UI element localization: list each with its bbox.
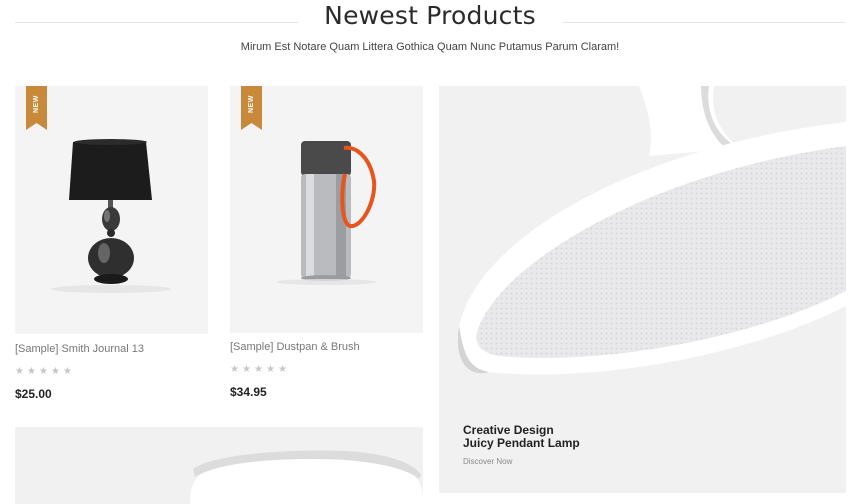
section-subtitle: Mirum Est Notare Quam Littera Gothica Qu… xyxy=(240,41,620,53)
product-price: $25.00 xyxy=(15,387,52,401)
new-badge: NEW xyxy=(26,86,47,130)
product-card-partial[interactable] xyxy=(15,427,423,504)
star-icon: ★ xyxy=(51,366,60,377)
product-image[interactable]: NEW xyxy=(230,86,423,333)
star-icon: ★ xyxy=(27,366,36,377)
discover-now-link[interactable]: Discover Now xyxy=(463,457,580,466)
product-title[interactable]: [Sample] Dustpan & Brush xyxy=(230,341,360,353)
banner-text: Creative Design Juicy Pendant Lamp Disco… xyxy=(463,424,580,467)
product-title[interactable]: [Sample] Smith Journal 13 xyxy=(15,343,144,355)
product-card[interactable]: NEW [Sample] Smith Journal 13 ★ ★ ★ ★ ★ … xyxy=(15,86,208,406)
star-icon: ★ xyxy=(254,364,263,375)
star-icon: ★ xyxy=(278,364,287,375)
new-badge-label: NEW xyxy=(248,95,255,113)
product-price: $34.95 xyxy=(230,385,267,399)
promo-banner[interactable]: Creative Design Juicy Pendant Lamp Disco… xyxy=(439,86,846,493)
banner-title-line-2: Juicy Pendant Lamp xyxy=(463,436,580,450)
rating-stars: ★ ★ ★ ★ ★ xyxy=(15,366,72,377)
star-icon: ★ xyxy=(266,364,275,375)
star-icon: ★ xyxy=(39,366,48,377)
new-badge-label: NEW xyxy=(33,95,40,113)
product-card[interactable]: NEW [Sample] Dustpan & Brush ★ ★ ★ ★ ★ $… xyxy=(230,86,423,406)
star-icon: ★ xyxy=(63,366,72,377)
product-image-partial xyxy=(15,427,423,504)
product-image[interactable]: NEW xyxy=(15,86,208,334)
section-title: Newest Products xyxy=(324,1,536,30)
new-badge: NEW xyxy=(241,86,262,130)
star-icon: ★ xyxy=(15,366,24,377)
rating-stars: ★ ★ ★ ★ ★ xyxy=(230,364,287,375)
star-icon: ★ xyxy=(230,364,239,375)
star-icon: ★ xyxy=(242,364,251,375)
section-header: Newest Products Mirum Est Notare Quam Li… xyxy=(0,0,860,70)
